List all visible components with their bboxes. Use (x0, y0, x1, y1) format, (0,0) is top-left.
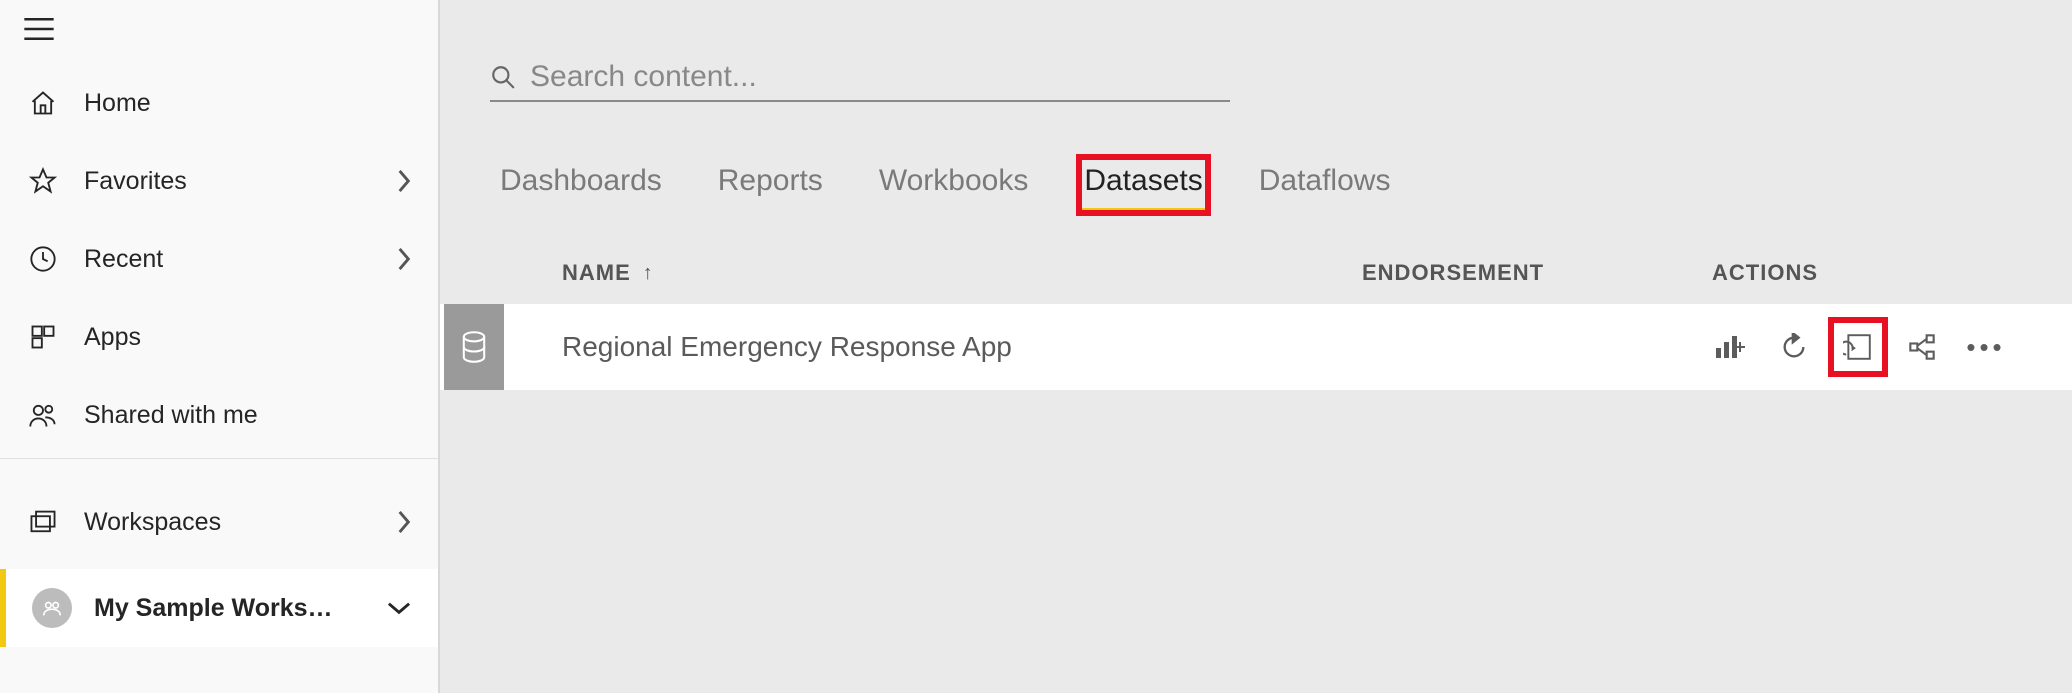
sidebar-divider (0, 458, 438, 459)
sort-ascending-icon: ↑ (643, 262, 654, 285)
share-icon (1908, 333, 1936, 361)
search-field[interactable] (490, 60, 1230, 102)
tab-dashboards[interactable]: Dashboards (496, 158, 666, 212)
sidebar-current-workspace[interactable]: My Sample Works… (0, 569, 438, 647)
sidebar-item-apps[interactable]: Apps (0, 298, 438, 376)
column-header-actions: ACTIONS (1712, 260, 2072, 286)
content-table: NAME ↑ ENDORSEMENT ACTIONS Regional Emer… (440, 248, 2072, 390)
people-icon (26, 401, 60, 429)
sidebar-item-favorites[interactable]: Favorites (0, 142, 438, 220)
tab-datasets[interactable]: Datasets (1080, 158, 1206, 212)
share-button[interactable] (1904, 329, 1940, 365)
tab-dataflows[interactable]: Dataflows (1255, 158, 1395, 212)
hamburger-icon (24, 18, 54, 40)
star-icon (26, 167, 60, 195)
column-header-name[interactable]: NAME ↑ (562, 260, 1362, 286)
refresh-icon (1780, 333, 1808, 361)
sidebar-item-recent[interactable]: Recent (0, 220, 438, 298)
more-options-button[interactable]: ••• (1968, 329, 2004, 365)
refresh-now-button[interactable] (1776, 329, 1812, 365)
search-icon (490, 64, 516, 90)
sidebar-item-label: Favorites (84, 167, 396, 196)
current-workspace-label: My Sample Works… (94, 594, 386, 623)
sidebar-item-label: Home (84, 89, 412, 118)
dataset-type-icon (444, 304, 504, 390)
content-tabs: Dashboards Reports Workbooks Datasets Da… (496, 158, 2072, 212)
ellipsis-icon: ••• (1966, 332, 2005, 363)
tab-reports[interactable]: Reports (714, 158, 827, 212)
row-actions: ••• (1712, 329, 2072, 365)
sidebar-item-home[interactable]: Home (0, 64, 438, 142)
sidebar-item-label: Recent (84, 245, 396, 274)
schedule-refresh-button[interactable] (1840, 329, 1876, 365)
table-row[interactable]: Regional Emergency Response App (440, 304, 2072, 390)
workspaces-icon (26, 508, 60, 536)
clock-icon (26, 245, 60, 273)
chevron-down-icon (386, 600, 412, 616)
sidebar-item-shared-with-me[interactable]: Shared with me (0, 376, 438, 454)
search-input[interactable] (530, 60, 1230, 94)
chevron-right-icon (396, 246, 412, 272)
column-header-name-label: NAME (562, 260, 631, 286)
schedule-refresh-icon (1843, 332, 1873, 362)
apps-icon (26, 323, 60, 351)
bar-chart-plus-icon (1715, 334, 1745, 360)
tab-workbooks[interactable]: Workbooks (875, 158, 1033, 212)
row-name: Regional Emergency Response App (562, 331, 1362, 363)
sidebar-item-label: Workspaces (84, 508, 396, 537)
home-icon (26, 89, 60, 117)
chevron-right-icon (396, 509, 412, 535)
main-content: Dashboards Reports Workbooks Datasets Da… (440, 0, 2072, 693)
sidebar-item-label: Shared with me (84, 401, 412, 430)
workspace-avatar-icon (32, 588, 72, 628)
hamburger-menu-button[interactable] (0, 0, 438, 64)
column-header-endorsement[interactable]: ENDORSEMENT (1362, 260, 1712, 286)
create-report-button[interactable] (1712, 329, 1748, 365)
sidebar-item-label: Apps (84, 323, 412, 352)
sidebar-item-workspaces[interactable]: Workspaces (0, 483, 438, 561)
table-header-row: NAME ↑ ENDORSEMENT ACTIONS (440, 248, 2072, 304)
sidebar: Home Favorites Recent (0, 0, 440, 693)
chevron-right-icon (396, 168, 412, 194)
